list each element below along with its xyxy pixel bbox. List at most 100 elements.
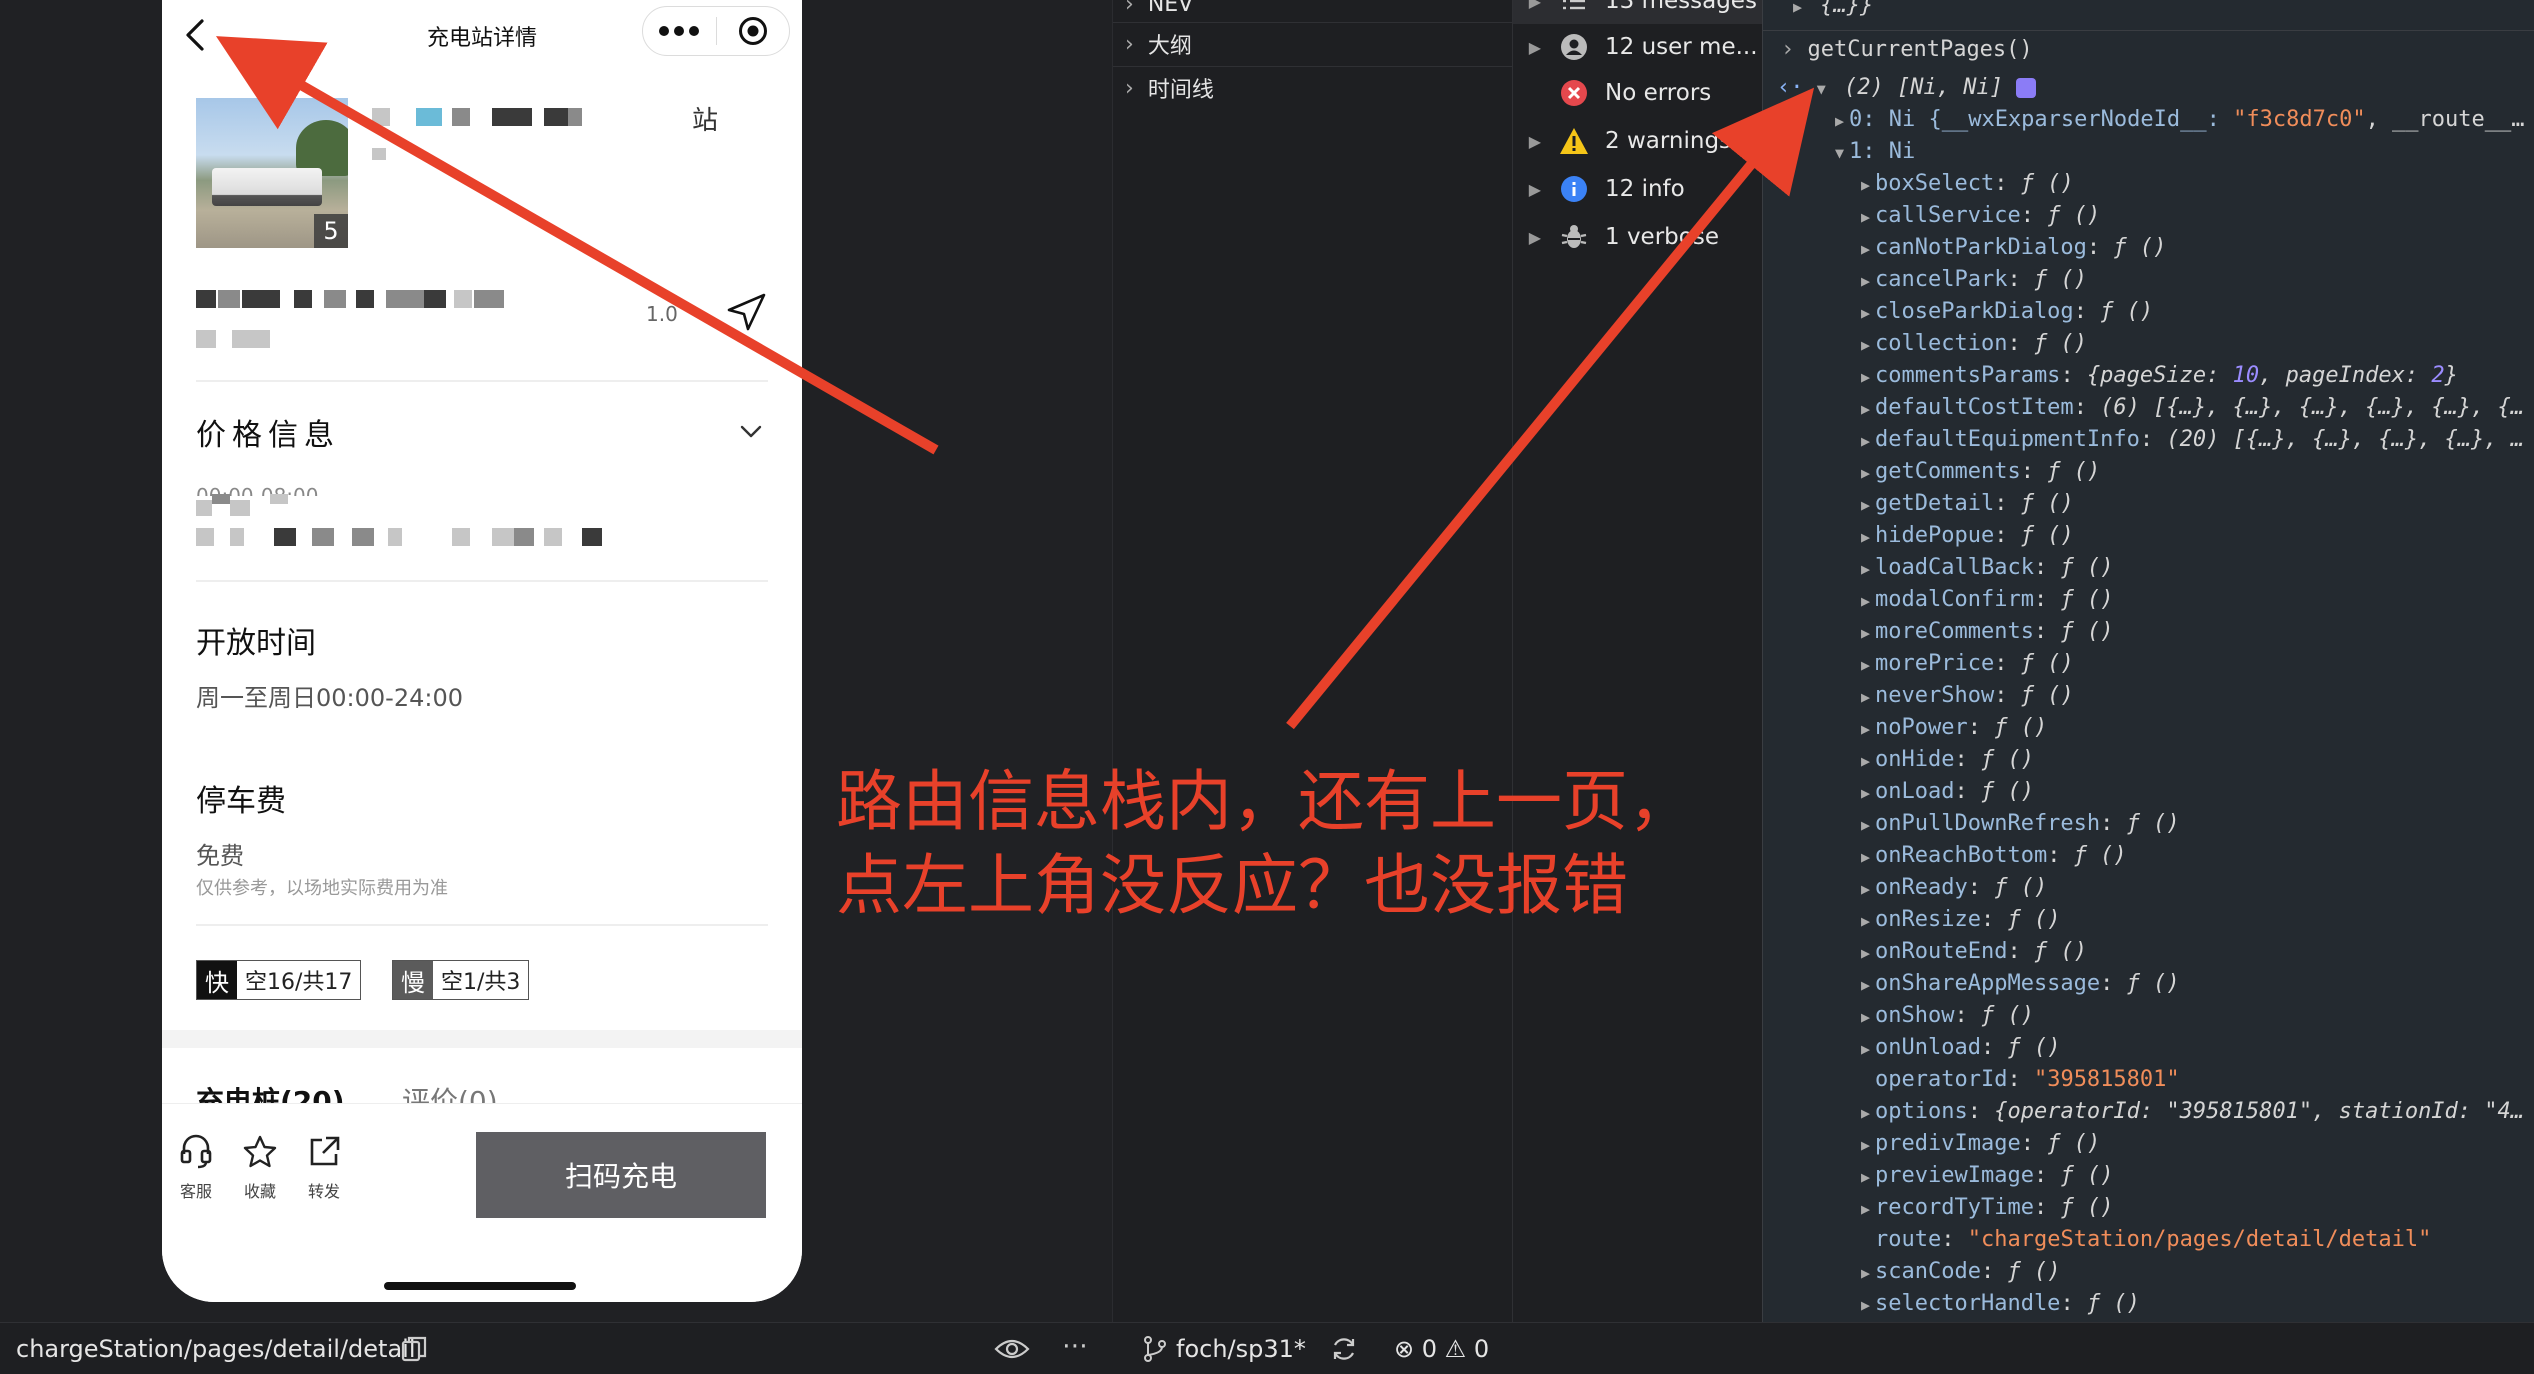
object-property-row[interactable]: ▶ getComments: ƒ () (1861, 456, 2531, 488)
object-property-row[interactable]: ▶ getDetail: ƒ () (1861, 488, 2531, 520)
object-property-row[interactable]: ▶ onLoad: ƒ () (1861, 776, 2531, 808)
problems-indicator[interactable]: ⊗ 0 ⚠ 0 (1394, 1335, 1489, 1363)
object-property-row[interactable]: ▶ onShow: ƒ () (1861, 1000, 2531, 1032)
sync-icon[interactable] (1330, 1335, 1358, 1363)
expand-triangle-icon: ▶ (1861, 528, 1871, 546)
object-property-row[interactable]: ▶ onUnload: ƒ () (1861, 1032, 2531, 1064)
expand-triangle-icon: ▶ (1861, 976, 1871, 994)
tab-reviews[interactable]: 评价(0) (402, 1080, 498, 1104)
object-property-row[interactable]: ▶ hidePopue: ƒ () (1861, 520, 2531, 552)
object-property-row[interactable]: ▶ onPullDownRefresh: ƒ () (1861, 808, 2531, 840)
object-property-row[interactable]: ▶ onResize: ƒ () (1861, 904, 2531, 936)
object-property-row[interactable]: ▶ collection: ƒ () (1861, 328, 2531, 360)
object-property-row[interactable]: ▶ onHide: ƒ () (1861, 744, 2531, 776)
verbose-label: 1 verbose (1605, 224, 1719, 250)
navigate-icon[interactable] (724, 290, 768, 334)
share-button[interactable]: 转发 (298, 1134, 350, 1202)
result-item-1[interactable]: ▼ 1: Ni (1835, 136, 1915, 168)
station-photo[interactable]: 5 (196, 98, 348, 248)
object-property-row[interactable]: ▶ boxSelect: ƒ () (1861, 168, 2531, 200)
filter-errors[interactable]: No errors (1513, 70, 1763, 116)
object-property-row[interactable]: ▶ scanCode: ƒ () (1861, 1256, 2531, 1288)
object-property-row[interactable]: ▶ callService: ƒ () (1861, 200, 2531, 232)
object-property-row[interactable]: ▶ onShareAppMessage: ƒ () (1861, 968, 2531, 1000)
object-property-row[interactable]: route: "chargeStation/pages/detail/detai… (1861, 1224, 2531, 1256)
object-property-row[interactable]: ▶ moreComments: ƒ () (1861, 616, 2531, 648)
customer-service-button[interactable]: 客服 (170, 1134, 222, 1202)
object-property-row[interactable]: ▶ previewImage: ƒ () (1861, 1160, 2531, 1192)
object-property-row[interactable]: ▶ onReachBottom: ƒ () (1861, 840, 2531, 872)
object-property-row[interactable]: ▶ loadCallBack: ƒ () (1861, 552, 2531, 584)
object-property-row[interactable]: ▶ closeParkDialog: ƒ () (1861, 296, 2531, 328)
property-colon: : (2033, 555, 2061, 580)
more-button[interactable] (643, 7, 716, 55)
prompt-chevron-icon: › (1781, 37, 1795, 62)
object-property-row[interactable]: operatorId: "395815801" (1861, 1064, 2531, 1096)
property-colon: : (1967, 875, 1995, 900)
property-colon: : (2100, 971, 2127, 996)
property-key: getDetail (1875, 491, 1995, 516)
tab-charging-piles[interactable]: 充电桩(20) (196, 1080, 345, 1104)
git-branch[interactable]: foch/sp31* (1176, 1335, 1306, 1363)
expand-triangle-icon: ▶ (1861, 912, 1871, 930)
filter-verbose[interactable]: ▶ 1 verbose (1513, 214, 1763, 260)
fast-charger-tag: 快 空16/共17 (196, 960, 362, 1000)
filter-user-messages[interactable]: ▶ 12 user me... (1513, 24, 1763, 70)
scan-charge-button[interactable]: 扫码充电 (476, 1132, 766, 1218)
more-icon[interactable]: ⋯ (1062, 1331, 1088, 1361)
copy-icon[interactable] (400, 1335, 428, 1363)
object-property-row[interactable]: ▶ defaultEquipmentInfo: (20) [{…}, {…}, {… (1861, 424, 2531, 456)
divider (1113, 22, 1513, 23)
more-dots-icon (659, 26, 700, 36)
expand-triangle-icon: ▶ (1861, 240, 1871, 258)
capsule-menu (642, 6, 790, 56)
favorite-button[interactable]: 收藏 (234, 1134, 286, 1202)
filter-warnings[interactable]: ▶ 2 warnings (1513, 118, 1763, 164)
object-property-row[interactable]: ▶ cancelPark: ƒ () (1861, 264, 2531, 296)
result-item-0[interactable]: ▶ 0: Ni {__wxExparserNodeId__: "f3c8d7c0"… (1835, 104, 2534, 136)
object-property-row[interactable]: ▶ onReady: ƒ () (1861, 872, 2531, 904)
property-value: "395815801" (2033, 1067, 2180, 1092)
expand-triangle-icon: ▶ (1861, 592, 1871, 610)
property-colon: : (1994, 491, 2021, 516)
object-property-row[interactable]: ▶ neverShow: ƒ () (1861, 680, 2531, 712)
bottom-action-bar: 客服 收藏 转发 扫码充电 (162, 1103, 802, 1302)
object-property-row[interactable]: ▶ morePrice: ƒ () (1861, 648, 2531, 680)
property-colon: : (2007, 939, 2034, 964)
close-miniprogram-button[interactable] (717, 7, 790, 55)
expand-triangle-icon: ▶ (1861, 1168, 1871, 1186)
object-property-row[interactable]: ▶ selectorHandle: ƒ () (1861, 1288, 2531, 1320)
user-messages-label: 12 user me... (1605, 34, 1758, 60)
object-property-row[interactable]: ▶ recordTyTime: ƒ () (1861, 1192, 2531, 1224)
object-property-row[interactable]: ▶ canNotParkDialog: ƒ () (1861, 232, 2531, 264)
chevron-down-icon[interactable] (736, 416, 766, 446)
object-property-row[interactable]: ▶ modalConfirm: ƒ () (1861, 584, 2531, 616)
object-property-row[interactable]: ▶ predivImage: ƒ () (1861, 1128, 2531, 1160)
result-arrow-icon: ‹· (1777, 75, 1804, 100)
object-property-row[interactable]: ▶ options: {operatorId: "395815801", stat… (1861, 1096, 2531, 1128)
outline-item-nev[interactable]: › NEV (1125, 0, 1193, 24)
property-key: selectorHandle (1875, 1291, 2061, 1316)
property-colon: : (2033, 1195, 2061, 1220)
filter-messages[interactable]: ▶ 13 messages (1513, 0, 1763, 24)
object-property-row[interactable]: ▶ onRouteEnd: ƒ () (1861, 936, 2531, 968)
object-property-row[interactable]: ▶ commentsParams: {pageSize: 10, pageInde… (1861, 360, 2531, 392)
outline-item-timeline[interactable]: › 时间线 (1125, 68, 1214, 108)
property-key: onRouteEnd (1875, 939, 2008, 964)
outline-item-outline[interactable]: › 大纲 (1125, 24, 1192, 64)
property-value: ƒ () (2007, 1035, 2061, 1060)
property-key: closeParkDialog (1875, 299, 2074, 324)
property-value: ƒ () (2033, 939, 2087, 964)
property-colon: : (1980, 1259, 2008, 1284)
property-value: ƒ () (2060, 587, 2114, 612)
filter-info[interactable]: ▶ 12 info (1513, 166, 1763, 212)
eye-icon[interactable] (994, 1335, 1030, 1363)
object-property-row[interactable]: ▶ defaultCostItem: (6) [{…}, {…}, {…}, {…… (1861, 392, 2531, 424)
page-path[interactable]: chargeStation/pages/detail/detail (16, 1335, 416, 1363)
property-value: ƒ () (1994, 875, 2048, 900)
object-property-row[interactable]: ▶ noPower: ƒ () (1861, 712, 2531, 744)
console-result-head[interactable]: ‹· ▼ (2) [Ni, Ni] (1777, 72, 2037, 104)
console-output: ▶ {…}} › getCurrentPages() ‹· ▼ (2) [Ni,… (1762, 0, 2534, 1322)
customer-service-label: 客服 (179, 1182, 212, 1201)
property-key: scanCode (1875, 1259, 1981, 1284)
